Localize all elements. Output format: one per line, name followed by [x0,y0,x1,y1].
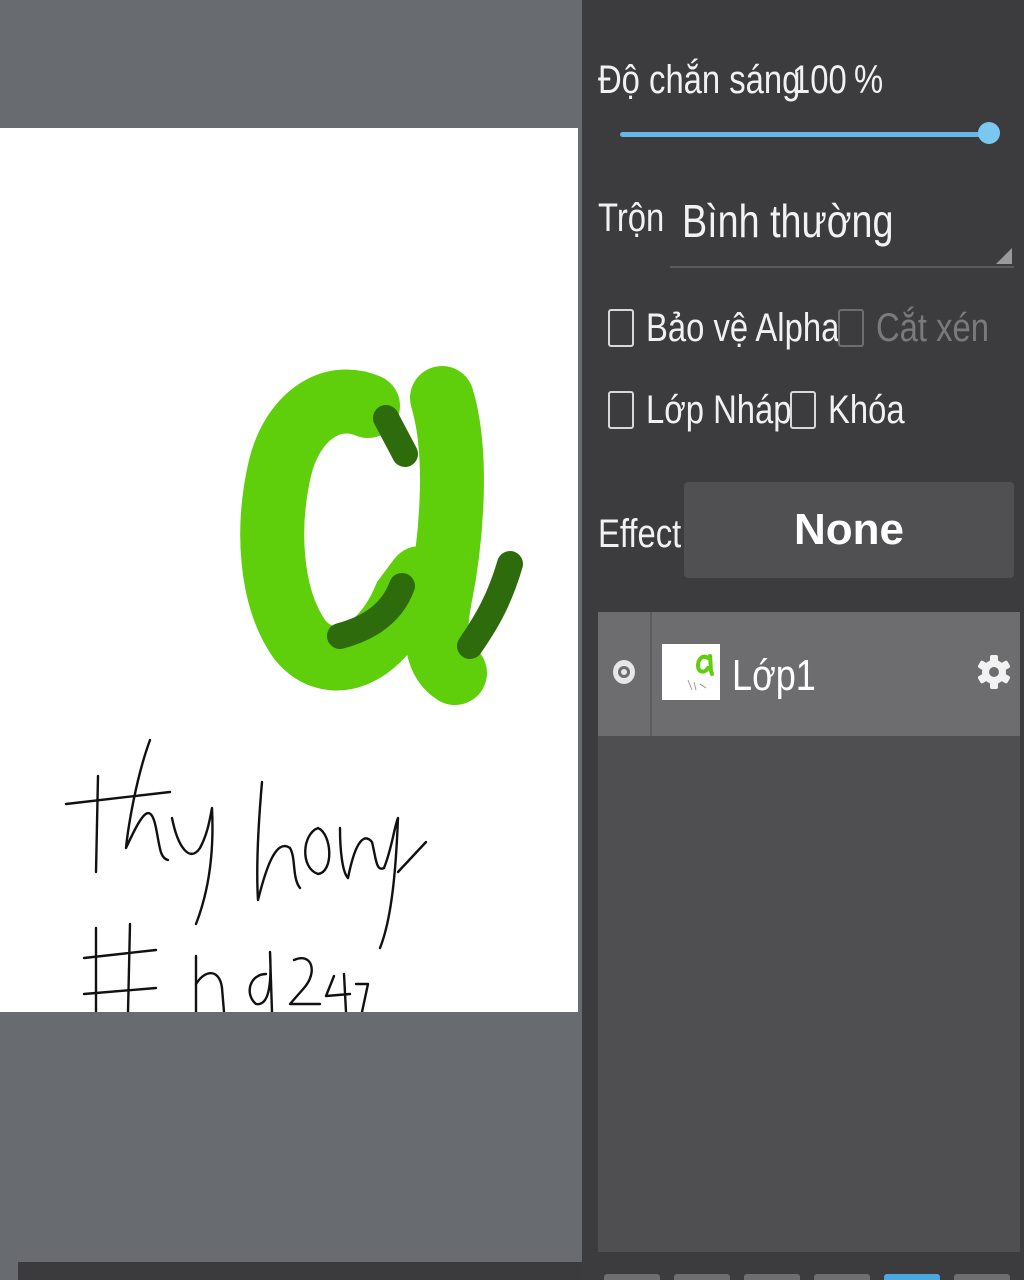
tab-stub[interactable] [674,1274,730,1280]
clipping-checkbox: Cắt xén [838,302,1014,354]
dropdown-caret-icon [996,248,1012,264]
gear-icon[interactable] [976,650,1012,694]
tab-stub[interactable] [954,1274,1010,1280]
artwork [64,366,523,1012]
opacity-slider-thumb[interactable] [978,122,1000,144]
bottom-tab-strip [598,1252,1024,1280]
canvas-bottom-bar [18,1262,582,1280]
canvas-area[interactable] [0,0,582,1280]
blend-mode-value: Bình thường [682,195,894,247]
opacity-unit: % [854,58,884,102]
layer-row[interactable]: Lớp1 [598,612,1020,736]
row-divider [650,612,652,736]
handwritten-signature [64,738,428,1012]
checkbox-box [838,309,864,347]
opacity-slider-track [620,132,990,137]
blend-mode-label: Trộn [598,196,665,240]
layer-panel: Độ chắn sáng 100 % Trộn Bình thường Bảo … [582,0,1024,1280]
opacity-label: Độ chắn sáng [598,58,801,102]
letter-a-stem [404,366,487,705]
shade-stroke [373,405,418,467]
lock-checkbox[interactable]: Khóa [790,384,921,436]
draft-layer-label: Lớp Nháp [646,387,792,432]
tab-stub-active[interactable] [884,1274,940,1280]
effect-value: None [794,505,904,554]
tab-stub[interactable] [604,1274,660,1280]
opacity-slider[interactable] [620,114,1000,154]
blend-mode-select[interactable]: Bình thường [670,186,1014,268]
lock-label: Khóa [828,387,905,432]
tab-stub[interactable] [814,1274,870,1280]
tab-stub[interactable] [744,1274,800,1280]
alpha-protect-label: Bảo vệ Alpha [646,305,840,350]
effect-button[interactable]: None [684,482,1014,578]
eye-icon[interactable] [610,658,638,686]
checkbox-box[interactable] [790,391,816,429]
checkbox-box[interactable] [608,309,634,347]
opacity-value: 100 [792,58,847,102]
clipping-label: Cắt xén [876,305,990,350]
effect-label: Effect [598,512,682,556]
checkbox-box[interactable] [608,391,634,429]
layer-list[interactable]: Lớp1 [598,612,1020,1252]
drawing-canvas[interactable] [0,128,578,1012]
layer-thumbnail [662,644,720,700]
layer-name: Lớp1 [732,651,816,700]
